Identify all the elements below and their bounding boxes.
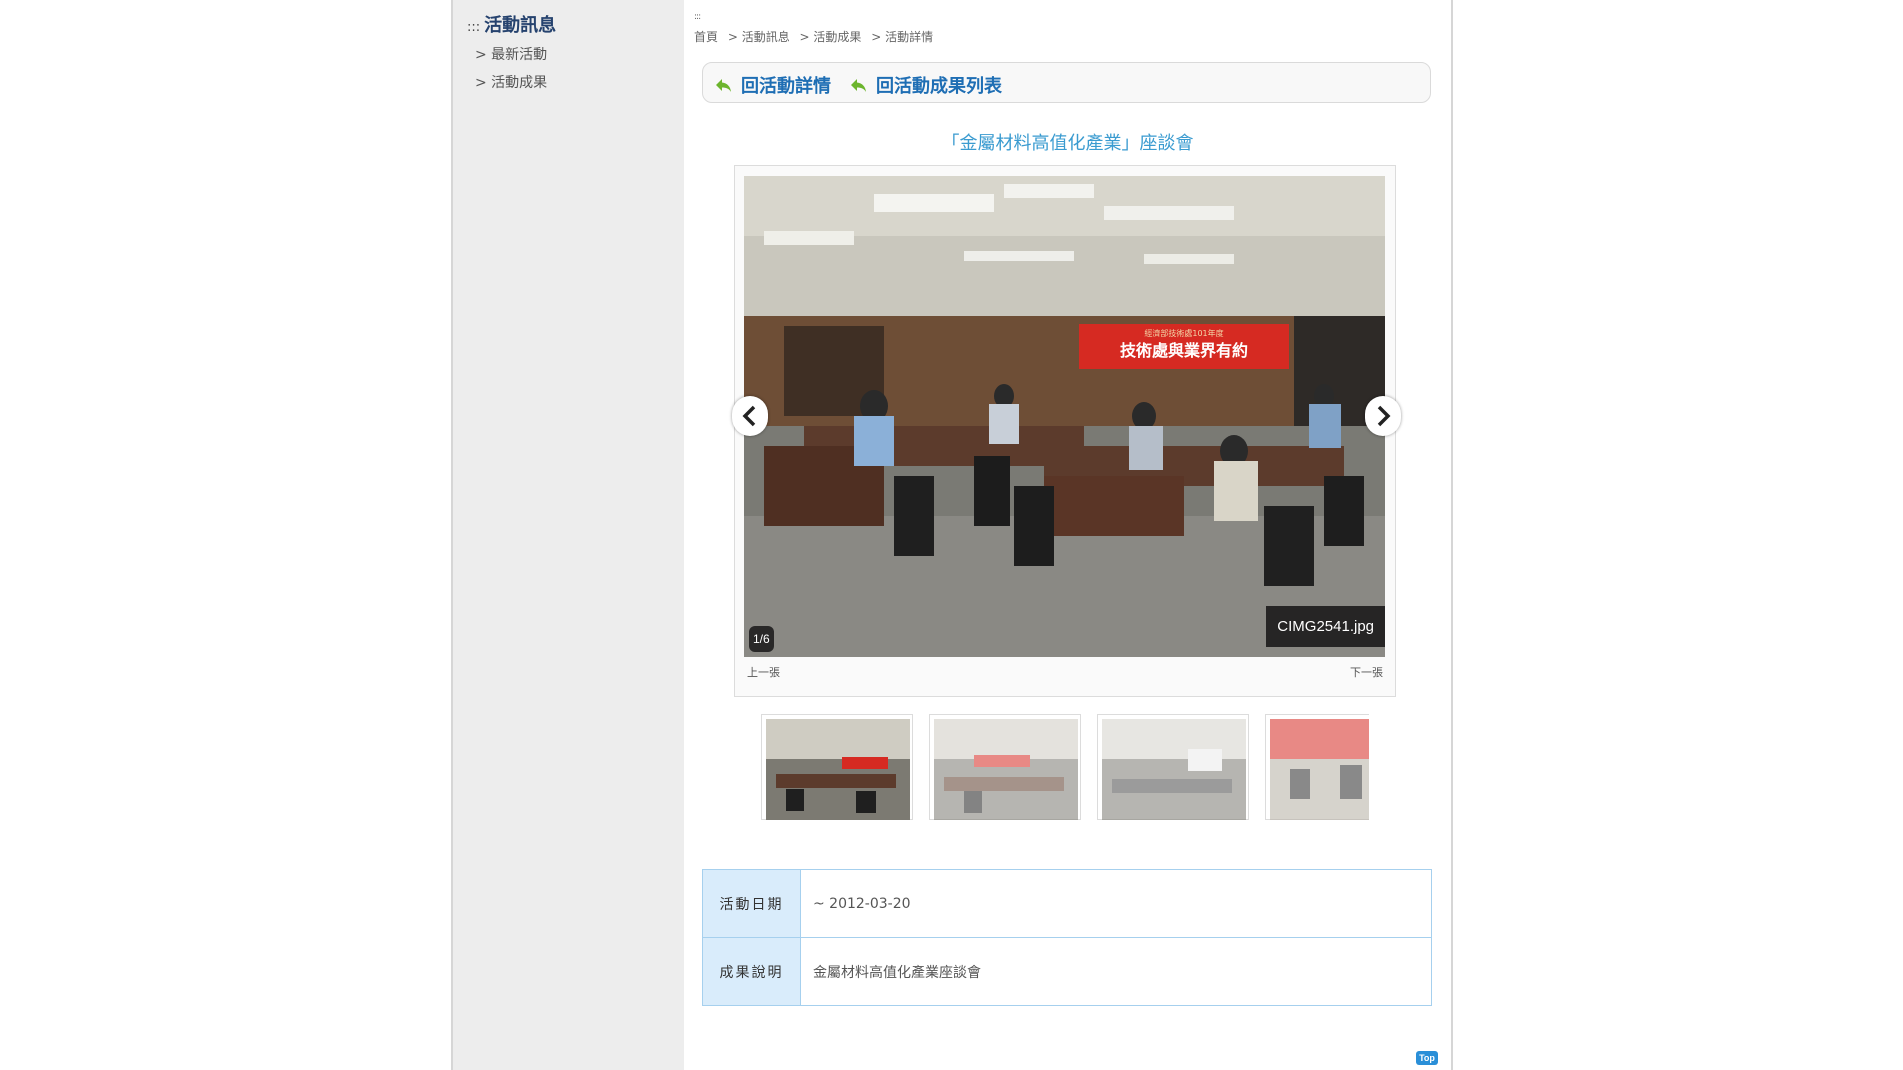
photo-counter: 1/6 (749, 626, 774, 652)
breadcrumb-activity-news[interactable]: > 活動訊息 (728, 30, 790, 44)
event-date-label: 活動日期 (702, 869, 801, 938)
breadcrumb-marker: ::: (694, 12, 701, 22)
event-date-value: ~ 2012-03-20 (800, 869, 1432, 938)
main-content: ::: 首頁 > 活動訊息 > 活動成果 > 活動詳情 回活動詳情 回活動成果列… (684, 0, 1451, 1070)
sidebar-title-prefix: ::: (467, 20, 481, 35)
result-description-value: 金屬材料高值化產業座談會 (800, 937, 1432, 1006)
thumbnail-2[interactable] (929, 714, 1081, 820)
sidebar-title: ::: 活動訊息 (467, 11, 556, 37)
main-photo: 經濟部技術處101年度 技術處與業界有約 CIMG2541.jpg 1/6 (744, 176, 1385, 657)
thumbnail-4[interactable] (1265, 714, 1369, 820)
back-arrow-icon (716, 79, 731, 92)
thumbnail-image (1102, 719, 1246, 820)
back-to-detail-link[interactable]: 回活動詳情 (715, 72, 831, 98)
table-row: 成果說明 金屬材料高值化產業座談會 (702, 937, 1432, 1006)
chevron-right-icon (1377, 405, 1391, 427)
thumbnail-1[interactable] (761, 714, 913, 820)
banner-line-1: 經濟部技術處101年度 (1144, 328, 1223, 338)
chevron-left-icon (742, 405, 756, 427)
back-to-results-list-link[interactable]: 回活動成果列表 (850, 72, 1002, 98)
photo-viewer: 經濟部技術處101年度 技術處與業界有約 CIMG2541.jpg 1/6 上一… (734, 165, 1396, 697)
thumbnail-strip (761, 714, 1369, 820)
sidebar-item-activity-results[interactable]: > 活動成果 (475, 72, 547, 92)
back-arrow-icon (851, 79, 866, 92)
table-row: 活動日期 ~ 2012-03-20 (702, 869, 1432, 938)
back-to-detail-label: 回活動詳情 (741, 76, 831, 97)
back-to-top-button[interactable]: Top (1416, 1051, 1438, 1065)
conference-room-photo: 經濟部技術處101年度 技術處與業界有約 (744, 176, 1385, 657)
next-photo-link[interactable]: 下一張 (1350, 664, 1383, 680)
sidebar-title-text: 活動訊息 (484, 15, 557, 36)
prev-photo-link[interactable]: 上一張 (747, 664, 780, 680)
result-description-label: 成果說明 (702, 937, 801, 1006)
next-arrow-button[interactable] (1365, 396, 1401, 436)
breadcrumb-activity-results[interactable]: > 活動成果 (800, 30, 862, 44)
event-title: 「金屬材料高值化產業」座談會 (941, 133, 1194, 154)
event-info-table: 活動日期 ~ 2012-03-20 成果說明 金屬材料高值化產業座談會 (702, 869, 1432, 1006)
thumbnail-image (766, 719, 910, 820)
banner-line-2: 技術處與業界有約 (1120, 341, 1248, 360)
breadcrumb: 首頁 > 活動訊息 > 活動成果 > 活動詳情 (694, 28, 939, 45)
back-to-results-list-label: 回活動成果列表 (876, 76, 1002, 97)
thumbnail-image (934, 719, 1078, 820)
photo-caption: CIMG2541.jpg (1266, 606, 1385, 647)
sidebar: ::: 活動訊息 > 最新活動 > 活動成果 (453, 0, 684, 1070)
sidebar-item-latest-activities[interactable]: > 最新活動 (475, 44, 547, 64)
page-frame: ::: 活動訊息 > 最新活動 > 活動成果 ::: 首頁 > 活動訊息 > 活動… (451, 0, 1453, 1070)
thumbnail-3[interactable] (1097, 714, 1249, 820)
breadcrumb-home[interactable]: 首頁 (694, 30, 718, 44)
thumbnail-image (1270, 719, 1369, 820)
back-links-bar: 回活動詳情 回活動成果列表 (702, 62, 1431, 103)
prev-arrow-button[interactable] (732, 396, 768, 436)
breadcrumb-activity-detail: > 活動詳情 (871, 30, 934, 44)
